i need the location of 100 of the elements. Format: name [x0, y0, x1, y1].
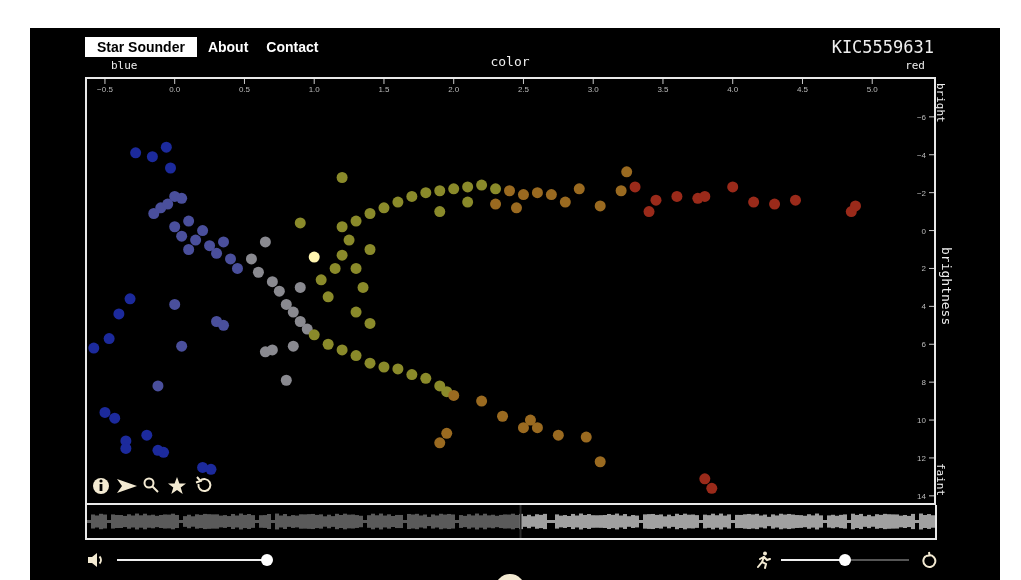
nav-tab[interactable]: Star Sounder	[85, 36, 197, 57]
star-point[interactable]	[190, 234, 202, 246]
star-point[interactable]	[218, 236, 230, 248]
star-point[interactable]	[336, 221, 348, 233]
star-point[interactable]	[378, 361, 390, 373]
star-point[interactable]	[350, 262, 362, 274]
star-point[interactable]	[336, 172, 348, 183]
star-point[interactable]	[308, 329, 320, 341]
star-point[interactable]	[497, 410, 509, 422]
star-point[interactable]	[511, 202, 522, 214]
star-point[interactable]	[294, 281, 306, 293]
star-point[interactable]	[364, 317, 376, 329]
star-point[interactable]	[146, 151, 158, 163]
star-point[interactable]	[103, 333, 115, 345]
star-point[interactable]	[160, 141, 172, 153]
star-point[interactable]	[294, 217, 306, 229]
search-icon[interactable]	[143, 477, 159, 493]
star-point[interactable]	[406, 190, 418, 202]
star-point[interactable]	[615, 185, 627, 197]
star-point[interactable]	[699, 473, 711, 485]
star-point[interactable]	[266, 276, 278, 288]
star-point[interactable]	[315, 274, 327, 286]
star-point[interactable]	[476, 395, 488, 407]
star-point[interactable]	[671, 190, 683, 202]
star-point[interactable]	[490, 183, 502, 195]
star-point[interactable]	[364, 357, 376, 369]
star-point[interactable]	[594, 456, 606, 468]
star-point[interactable]	[99, 406, 111, 418]
star-point[interactable]	[850, 200, 861, 212]
star-point[interactable]	[650, 194, 662, 206]
star-point[interactable]	[259, 236, 271, 248]
star-point[interactable]	[176, 340, 188, 352]
star-point[interactable]	[252, 266, 264, 278]
volume-icon[interactable]	[87, 552, 105, 568]
star-point[interactable]	[169, 298, 181, 310]
star-point[interactable]	[141, 429, 153, 441]
star-point[interactable]	[699, 190, 711, 202]
star-point[interactable]	[225, 253, 236, 265]
star-point[interactable]	[294, 316, 306, 327]
star-point[interactable]	[183, 215, 195, 227]
running-person-icon[interactable]	[755, 551, 771, 569]
star-point[interactable]	[183, 244, 195, 255]
star-point[interactable]	[350, 306, 362, 318]
star-point[interactable]	[120, 443, 132, 454]
star-point[interactable]	[748, 196, 760, 208]
star-point[interactable]	[594, 200, 606, 212]
star-point[interactable]	[580, 431, 592, 443]
star-point[interactable]	[357, 281, 369, 293]
star-point[interactable]	[308, 251, 320, 263]
star-point[interactable]	[621, 166, 633, 178]
star-point[interactable]	[504, 185, 515, 197]
star-point[interactable]	[280, 298, 292, 310]
waveform-strip[interactable]	[85, 505, 937, 540]
star-point[interactable]	[448, 389, 460, 401]
star-point[interactable]	[476, 179, 488, 191]
star-point[interactable]	[113, 308, 125, 320]
nav-tab[interactable]: About	[200, 36, 256, 57]
star-point[interactable]	[448, 183, 460, 195]
star-point[interactable]	[336, 344, 348, 356]
star-point[interactable]	[176, 192, 188, 204]
star-icon[interactable]	[168, 477, 186, 494]
star-point[interactable]	[462, 196, 474, 208]
star-point[interactable]	[420, 187, 432, 199]
star-point[interactable]	[205, 463, 217, 475]
star-point[interactable]	[490, 198, 502, 210]
star-point[interactable]	[176, 230, 188, 242]
star-point[interactable]	[287, 306, 299, 318]
send-icon[interactable]	[117, 479, 137, 493]
star-point[interactable]	[364, 208, 376, 219]
star-point[interactable]	[559, 196, 571, 208]
star-point[interactable]	[336, 249, 348, 261]
star-point[interactable]	[552, 429, 564, 441]
star-point[interactable]	[259, 346, 271, 358]
reset-icon[interactable]	[921, 551, 937, 569]
star-point[interactable]	[218, 319, 230, 331]
star-point[interactable]	[280, 374, 292, 386]
star-point[interactable]	[406, 369, 418, 381]
star-point[interactable]	[197, 225, 209, 237]
star-point[interactable]	[517, 189, 529, 201]
star-point[interactable]	[169, 221, 181, 233]
star-point[interactable]	[727, 181, 739, 193]
star-point[interactable]	[148, 208, 160, 219]
star-point[interactable]	[392, 196, 404, 208]
star-point[interactable]	[643, 206, 655, 218]
star-point[interactable]	[545, 189, 557, 201]
star-point[interactable]	[197, 461, 209, 473]
star-point[interactable]	[165, 162, 176, 174]
star-point[interactable]	[109, 412, 121, 424]
star-point[interactable]	[434, 206, 446, 218]
star-point[interactable]	[245, 253, 257, 265]
star-point[interactable]	[378, 202, 390, 214]
star-point[interactable]	[88, 342, 100, 354]
star-point[interactable]	[462, 181, 474, 193]
star-point[interactable]	[329, 262, 341, 274]
nav-tab[interactable]: Contact	[259, 36, 326, 57]
star-point[interactable]	[441, 427, 453, 439]
star-point[interactable]	[273, 285, 285, 297]
star-point[interactable]	[573, 183, 585, 195]
star-point[interactable]	[517, 422, 529, 434]
star-point[interactable]	[350, 215, 362, 227]
